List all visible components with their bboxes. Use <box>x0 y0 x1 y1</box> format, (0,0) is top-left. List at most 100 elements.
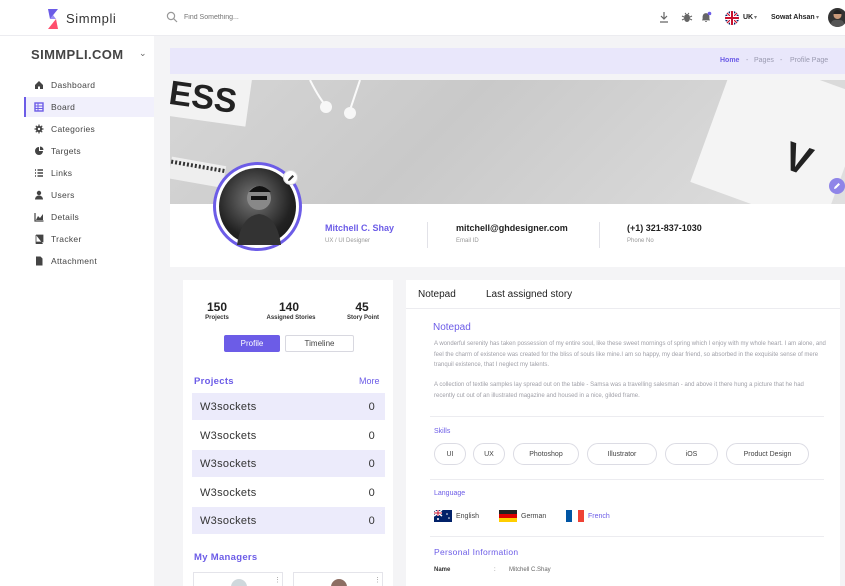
profile-email: mitchell@ghdesigner.com <box>456 223 568 233</box>
stat-points-label: Story Point <box>346 315 379 321</box>
tab-last-assigned-story[interactable]: Last assigned story <box>486 289 572 300</box>
divider <box>430 416 824 417</box>
project-count: 0 <box>368 514 375 527</box>
edit-cover-button[interactable] <box>829 178 845 194</box>
skill-tag[interactable]: iOS <box>665 443 718 465</box>
sidebar-item-links[interactable]: Links <box>24 163 154 183</box>
language-label: German <box>521 512 547 520</box>
manager-card[interactable]: ⋮ <box>193 572 283 586</box>
tab-profile[interactable]: Profile <box>224 335 280 352</box>
more-link[interactable]: More <box>359 376 380 386</box>
uk-flag-icon[interactable] <box>725 11 739 25</box>
top-bar: Simmpli UK ▾ Sowat Ahsan ▾ <box>0 0 845 36</box>
sidebar-item-targets[interactable]: Targets <box>24 141 154 161</box>
divider <box>599 222 600 248</box>
search-icon[interactable] <box>166 11 178 23</box>
sidebar-item-tracker[interactable]: Tracker <box>24 229 154 249</box>
double-chevron-down-icon[interactable]: ⌄ <box>139 48 147 59</box>
personal-info-title: Personal Information <box>434 547 519 557</box>
project-name: W3sockets <box>200 457 257 470</box>
list-icon <box>35 169 43 177</box>
tab-notepad[interactable]: Notepad <box>418 289 456 300</box>
svg-text:⋮: ⋮ <box>274 577 281 584</box>
notepad-card <box>406 280 840 586</box>
language-select[interactable]: UK <box>743 14 753 21</box>
stat-stories-value: 140 <box>278 300 300 314</box>
sidebar-item-label: Links <box>51 168 73 178</box>
divider <box>406 308 840 309</box>
sidebar-item-label: Targets <box>51 146 81 156</box>
skill-tag[interactable]: UI <box>434 443 466 465</box>
list-item[interactable]: W3sockets 0 <box>192 507 385 534</box>
phone-label: Phone No <box>627 238 654 244</box>
project-name: W3sockets <box>200 429 257 442</box>
sidebar-item-label: Attachment <box>51 256 97 266</box>
sidebar-item-attachment[interactable]: Attachment <box>24 251 154 271</box>
tab-timeline[interactable]: Timeline <box>285 335 354 352</box>
breadcrumb-separator: - <box>746 57 749 64</box>
divider <box>427 222 428 248</box>
sidebar-item-users[interactable]: Users <box>24 185 154 205</box>
download-icon[interactable] <box>658 11 670 23</box>
chevron-down-icon[interactable]: ▾ <box>816 14 819 21</box>
file-icon <box>36 256 43 266</box>
breadcrumb-home[interactable]: Home <box>720 57 739 64</box>
sidebar-item-label: Tracker <box>51 234 82 244</box>
skill-tag[interactable]: Product Design <box>726 443 809 465</box>
chevron-down-icon[interactable]: ▾ <box>754 14 757 21</box>
sidebar-item-label: Board <box>51 102 76 112</box>
stat-projects-value: 150 <box>206 300 228 314</box>
edit-avatar-button[interactable] <box>283 170 298 185</box>
sidebar-item-label: Dashboard <box>51 80 96 90</box>
list-item[interactable]: W3sockets 0 <box>192 393 385 420</box>
divider <box>430 536 824 537</box>
language-german: German <box>499 510 546 522</box>
pencil-icon <box>834 183 840 189</box>
stat-projects-label: Projects <box>205 315 229 321</box>
bell-icon[interactable] <box>700 11 712 23</box>
user-icon <box>35 190 43 200</box>
language-label: English <box>456 512 479 520</box>
skill-tag[interactable]: UX <box>473 443 505 465</box>
home-icon <box>35 81 43 89</box>
projects-title: Projects <box>194 376 234 387</box>
pencil-icon <box>287 174 294 181</box>
manager-card[interactable]: ⋮ <box>293 572 383 586</box>
project-count: 0 <box>368 486 375 499</box>
avatar[interactable] <box>828 8 845 27</box>
breadcrumb-pages[interactable]: Pages <box>754 57 774 64</box>
divider <box>430 479 824 480</box>
user-name[interactable]: Sowat Ahsan <box>771 14 815 21</box>
name-label: Name <box>434 567 451 573</box>
language-title: Language <box>434 490 466 497</box>
breadcrumb-current: Profile Page <box>790 57 829 64</box>
skill-tag[interactable]: Illustrator <box>587 443 657 465</box>
list-item[interactable]: W3sockets 0 <box>192 479 385 506</box>
project-count: 0 <box>368 457 375 470</box>
list-item[interactable]: W3sockets 0 <box>192 422 385 449</box>
language-label: French <box>588 512 610 520</box>
sidebar-item-board[interactable]: Board <box>24 97 154 117</box>
profile-name: Mitchell C. Shay <box>325 223 395 233</box>
project-count: 0 <box>368 400 375 413</box>
simmpli-logo-icon <box>48 9 58 29</box>
france-flag-icon <box>566 510 584 522</box>
colon: : <box>494 567 496 573</box>
search-input[interactable] <box>184 9 384 25</box>
app-name: Simmpli <box>66 11 117 26</box>
skill-tag[interactable]: Photoshop <box>513 443 579 465</box>
notepad-paragraph: A collection of textile samples lay spre… <box>434 382 804 399</box>
australia-flag-icon <box>434 510 452 522</box>
notepad-paragraph: A wonderful serenity has taken possessio… <box>434 341 826 368</box>
bug-icon[interactable] <box>681 11 693 23</box>
skills-title: Skills <box>434 428 451 435</box>
breadcrumb <box>170 48 845 74</box>
language-french: French <box>566 510 610 522</box>
sidebar-item-details[interactable]: Details <box>24 207 154 227</box>
book-icon <box>35 234 44 244</box>
profile-role: UX / UI Designer <box>325 238 371 244</box>
sidebar-item-label: Details <box>51 212 80 222</box>
sidebar-item-dashboard[interactable]: Dashboard <box>24 75 154 95</box>
sidebar-item-categories[interactable]: Categories <box>24 119 154 139</box>
list-item[interactable]: W3sockets 0 <box>192 450 385 477</box>
